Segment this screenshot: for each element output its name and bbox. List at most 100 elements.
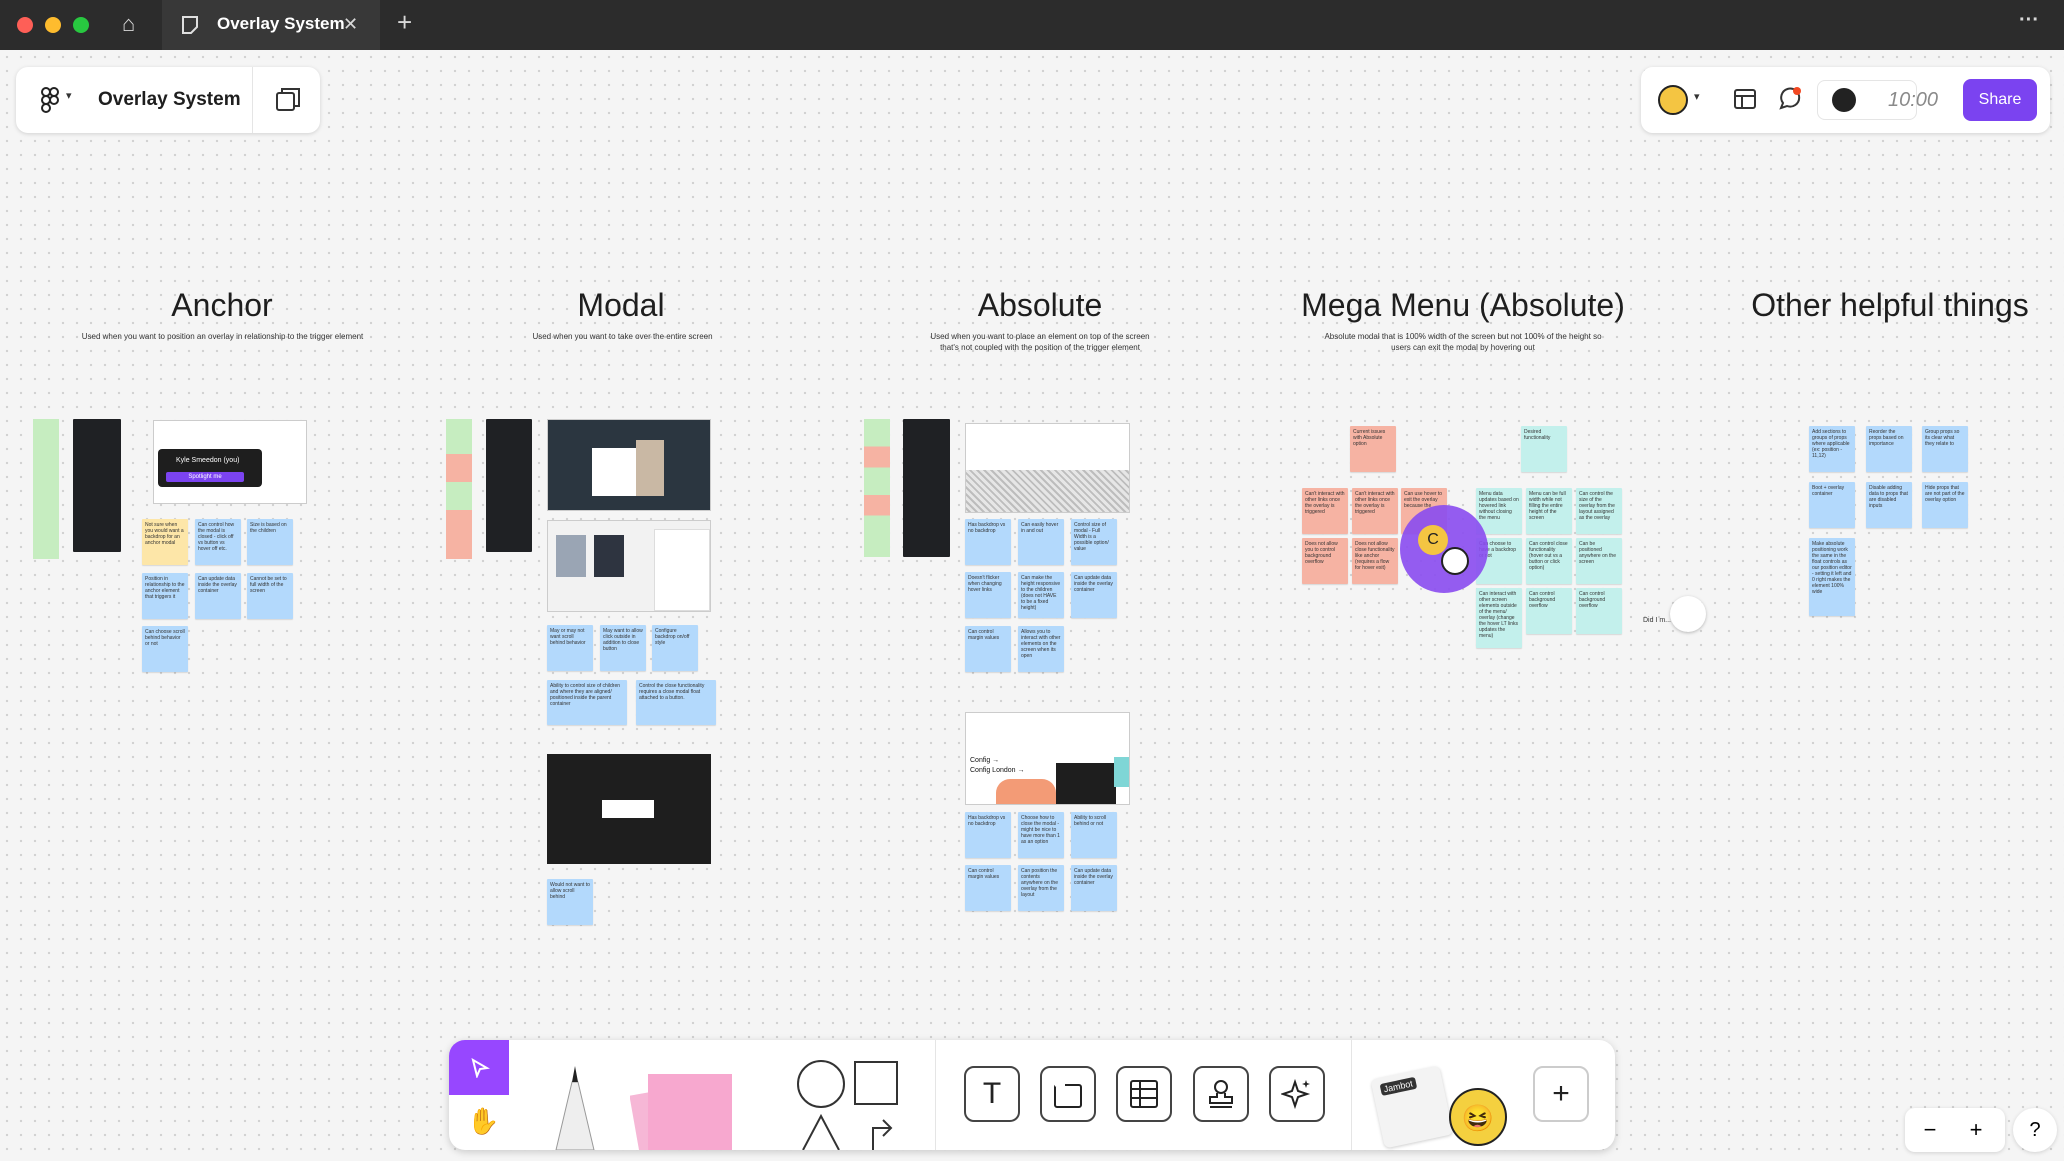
jambot-label: Jambot: [1379, 1076, 1417, 1096]
sticky-note[interactable]: Ability to control size of children and …: [547, 680, 627, 725]
shape-tool-icon[interactable]: [793, 1058, 903, 1150]
close-tab-icon[interactable]: ✕: [343, 12, 358, 36]
sticky-note[interactable]: Can't interact with other links once the…: [1302, 488, 1348, 534]
sticky-note[interactable]: Add sections to groups of props where ap…: [1809, 426, 1855, 472]
sticky-note[interactable]: Desired functionality: [1521, 426, 1567, 472]
section-tool-button[interactable]: [1040, 1066, 1096, 1122]
music-icon[interactable]: [1832, 88, 1856, 112]
sticky-note[interactable]: Choose how to close the modal - might be…: [1018, 812, 1064, 858]
screenshot-thumbnail[interactable]: [864, 419, 890, 557]
sticky-note[interactable]: Can't interact with other links once the…: [1352, 488, 1398, 534]
screenshot-thumbnail[interactable]: [965, 423, 1130, 513]
hand-tool-icon[interactable]: ✋: [467, 1106, 499, 1137]
screenshot-thumbnail[interactable]: [547, 419, 711, 511]
sticky-note[interactable]: Can easily hover in and out: [1018, 519, 1064, 565]
promo-sub: Config London →: [970, 767, 1025, 774]
sticky-note[interactable]: Current issues with Absolute option: [1350, 426, 1396, 472]
home-icon[interactable]: ⌂: [122, 12, 135, 36]
chevron-down-icon[interactable]: ▾: [66, 89, 72, 102]
sticky-note-tool-icon[interactable]: [630, 1058, 740, 1150]
sticky-note[interactable]: Menu can be full width while not filling…: [1526, 488, 1572, 534]
screenshot-thumbnail[interactable]: [547, 754, 711, 864]
screenshot-thumbnail[interactable]: [73, 419, 121, 552]
comment-icon[interactable]: [1777, 86, 1803, 112]
pages-icon[interactable]: [275, 87, 301, 113]
screenshot-thumbnail[interactable]: Config → Config London →: [965, 712, 1130, 805]
section-title-other: Other helpful things: [1751, 287, 2029, 323]
sticky-note[interactable]: Control size of modal - Full Width is a …: [1071, 519, 1117, 565]
sticky-note[interactable]: Would not want to allow scroll behind: [547, 879, 593, 925]
maximize-window-button[interactable]: [73, 17, 89, 33]
new-tab-icon[interactable]: +: [397, 9, 412, 35]
ai-tool-button[interactable]: [1269, 1066, 1325, 1122]
sticky-note[interactable]: Cannot be set to full width of the scree…: [247, 573, 293, 619]
file-name[interactable]: Overlay System: [98, 89, 241, 111]
sticky-note[interactable]: Does not allow close functionality like …: [1352, 538, 1398, 584]
screenshot-thumbnail[interactable]: [486, 419, 532, 552]
screenshot-thumbnail[interactable]: [547, 520, 711, 612]
sticky-note[interactable]: Can control close functionality (hover o…: [1526, 538, 1572, 584]
share-button[interactable]: Share: [1963, 79, 2037, 121]
sticky-note[interactable]: Hide props that are not part of the over…: [1922, 482, 1968, 528]
minimize-window-button[interactable]: [45, 17, 61, 33]
sticky-note[interactable]: Has backdrop vs no backdrop: [965, 812, 1011, 858]
sticky-note[interactable]: Boot + overlay container: [1809, 482, 1855, 528]
sticky-note[interactable]: Has backdrop vs no backdrop: [965, 519, 1011, 565]
sticky-note[interactable]: Can control background overflow: [1526, 588, 1572, 634]
help-button[interactable]: ?: [2013, 1108, 2057, 1152]
figma-logo-icon[interactable]: [40, 87, 62, 113]
sticky-note[interactable]: Configure backdrop on/off style: [652, 625, 698, 671]
sticky-note[interactable]: Can be positioned anywhere on the screen: [1576, 538, 1622, 584]
stickers-emoji-icon[interactable]: 😆: [1447, 1058, 1507, 1150]
sticky-note[interactable]: Can choose scroll behind behavior or not: [142, 626, 188, 672]
sticky-note[interactable]: Can make the height responsive to the ch…: [1018, 572, 1064, 618]
table-tool-button[interactable]: [1116, 1066, 1172, 1122]
sticky-note[interactable]: Can update data inside the overlay conta…: [1071, 572, 1117, 618]
stamp-icon: [1209, 1080, 1233, 1108]
sticky-note[interactable]: Ability to scroll behind or not: [1071, 812, 1117, 858]
close-window-button[interactable]: [17, 17, 33, 33]
sticky-note[interactable]: Can control background overflow: [1576, 588, 1622, 634]
avatar[interactable]: [1658, 85, 1688, 115]
window-titlebar: ⌂ Overlay System ✕ + ···: [0, 0, 2064, 50]
text-tool-button[interactable]: T: [964, 1066, 1020, 1122]
sticky-note[interactable]: Reorder the props based on importance: [1866, 426, 1912, 472]
sticky-note[interactable]: Size is based on the children: [247, 519, 293, 565]
sticky-note[interactable]: Can control margin values: [965, 626, 1011, 672]
sticky-note[interactable]: Menu data updates based on hovered link …: [1476, 488, 1522, 534]
zoom-in-button[interactable]: +: [1961, 1116, 1991, 1144]
sticky-note[interactable]: Can control the size of the overlay from…: [1576, 488, 1622, 534]
add-more-button[interactable]: +: [1533, 1066, 1589, 1122]
sticky-note[interactable]: Does not allow you to control background…: [1302, 538, 1348, 584]
sticky-note[interactable]: Can control how the modal is closed - cl…: [195, 519, 241, 565]
layout-icon[interactable]: [1733, 88, 1757, 110]
stamp-tool-button[interactable]: [1193, 1066, 1249, 1122]
sticky-note[interactable]: Allows you to interact with other elemen…: [1018, 626, 1064, 672]
sticky-note[interactable]: Position in relationship to the anchor e…: [142, 573, 188, 619]
sticky-note[interactable]: Doesn't flicker when changing hover link…: [965, 572, 1011, 618]
sparkle-icon: [1279, 1078, 1311, 1110]
sticky-note[interactable]: Can update data inside the overlay conta…: [195, 573, 241, 619]
sticky-note[interactable]: Group props so its clear what they relat…: [1922, 426, 1968, 472]
sticky-note[interactable]: May want to allow click outside in addit…: [600, 625, 646, 671]
sticky-note[interactable]: Make absolute positioning work the same …: [1809, 538, 1855, 616]
sticky-note[interactable]: Not sure when you would want a backdrop …: [142, 519, 188, 565]
screenshot-thumbnail[interactable]: [33, 419, 59, 559]
sticky-note[interactable]: Can position the contents anywhere on th…: [1018, 865, 1064, 911]
sticky-note[interactable]: Control the close functionality requires…: [636, 680, 716, 725]
widget-jambot[interactable]: Jambot: [1370, 1065, 1454, 1149]
more-options-icon[interactable]: ···: [2019, 8, 2039, 32]
zoom-out-button[interactable]: −: [1915, 1116, 1945, 1144]
sticky-note[interactable]: Disable adding data to props that are di…: [1866, 482, 1912, 528]
section-title-mega-menu: Mega Menu (Absolute): [1301, 287, 1625, 323]
section-title-anchor: Anchor: [171, 287, 273, 323]
sticky-note[interactable]: Can control margin values: [965, 865, 1011, 911]
sticky-note[interactable]: Can interact with other screen elements …: [1476, 588, 1522, 648]
screenshot-thumbnail[interactable]: [903, 419, 950, 557]
marker-tool-icon[interactable]: [548, 1062, 602, 1150]
sticky-note[interactable]: May or may not want scroll behind behavi…: [547, 625, 593, 671]
comment-avatar[interactable]: [1670, 596, 1706, 632]
sticky-note[interactable]: Can update data inside the overlay conta…: [1071, 865, 1117, 911]
screenshot-thumbnail[interactable]: [446, 419, 472, 559]
chevron-down-icon[interactable]: ▾: [1694, 90, 1700, 103]
